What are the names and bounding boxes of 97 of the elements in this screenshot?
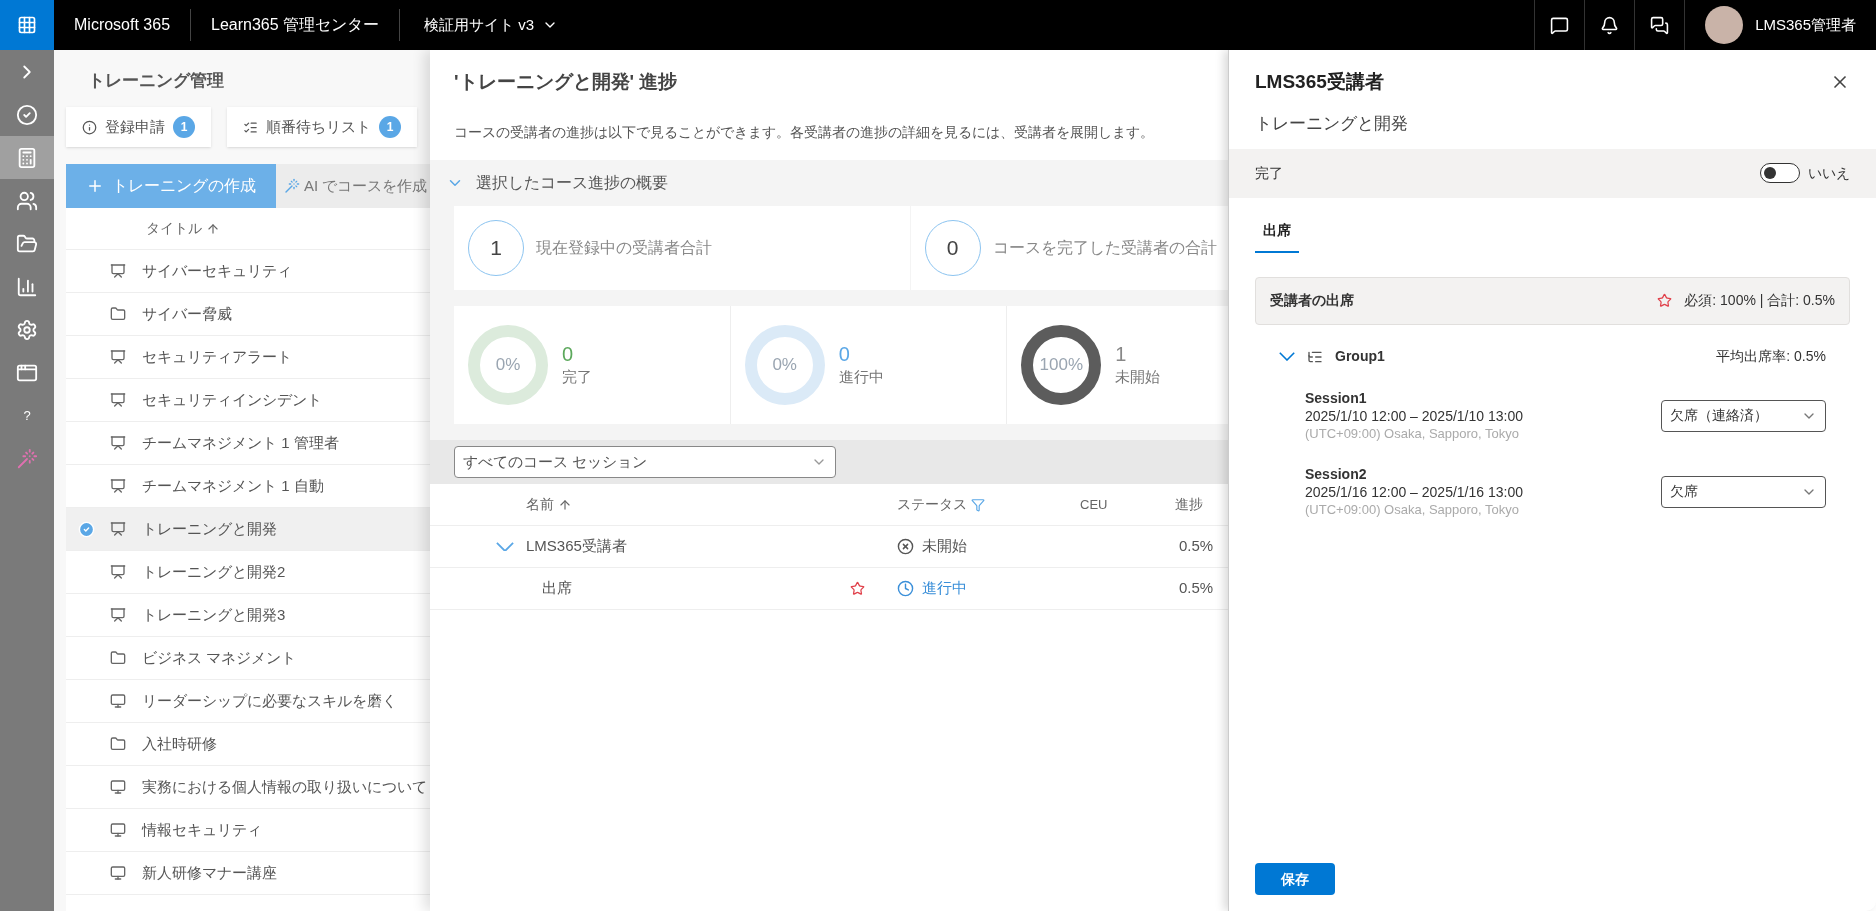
app-name: Microsoft 365	[54, 9, 192, 41]
status-label: 未開始	[922, 536, 967, 557]
classroom-icon	[110, 349, 126, 365]
group-name: Group1	[1335, 347, 1385, 366]
sort-ascending-icon	[558, 497, 572, 512]
request-card[interactable]: 順番待ちリスト 1	[227, 107, 417, 147]
site-selector[interactable]: 検証用サイト v3	[400, 13, 583, 37]
monitor-icon	[110, 693, 126, 709]
summary-toggle[interactable]: 選択したコース進捗の概要	[446, 160, 668, 206]
classroom-icon	[110, 521, 126, 537]
classroom-icon	[110, 263, 126, 279]
status-column-header[interactable]: ステータス	[897, 494, 1080, 515]
learner-name: 出席	[541, 578, 573, 599]
learner-name: LMS365受講者	[526, 536, 628, 557]
app-launcher-button[interactable]	[0, 0, 54, 50]
folder-icon	[110, 736, 126, 752]
chart-icon	[16, 275, 38, 298]
classroom-icon	[110, 564, 126, 580]
classroom-icon	[110, 607, 126, 623]
people-icon	[16, 189, 38, 212]
list-icon	[243, 119, 258, 135]
total-label: 現在登録中の受講者合計	[536, 238, 712, 258]
panel-title: トレーニング管理	[87, 70, 225, 92]
session-time: 2025/1/16 12:00 – 2025/1/16 13:00	[1305, 482, 1523, 501]
request-card[interactable]: 登録申請 1	[66, 107, 211, 147]
calculator-icon	[16, 146, 38, 169]
session-time: 2025/1/10 12:00 – 2025/1/10 13:00	[1305, 406, 1523, 425]
plus-icon	[86, 177, 104, 195]
required-star-icon	[1657, 293, 1673, 308]
monitor-icon	[110, 865, 126, 881]
session-timezone: (UTC+09:00) Osaka, Sapporo, Tokyo	[1305, 424, 1520, 443]
name-column-header[interactable]: 名前	[526, 494, 850, 515]
classroom-icon	[110, 435, 126, 451]
complete-toggle[interactable]: いいえ	[1760, 162, 1850, 184]
rail-item[interactable]	[0, 136, 54, 179]
sort-ascending-icon	[206, 221, 220, 236]
filter-icon	[971, 497, 985, 512]
attendance-title: 受講者の出席	[1270, 291, 1354, 310]
panel-title: LMS365受講者	[1255, 70, 1384, 94]
attendance-dropdown[interactable]: 欠席	[1661, 475, 1826, 508]
settings-icon	[16, 318, 38, 341]
title-column-header[interactable]: タイトル	[146, 218, 220, 239]
progress-value: 0.5%	[1178, 578, 1215, 599]
wand-icon	[16, 447, 38, 470]
monitor-icon	[110, 779, 126, 795]
avatar	[1705, 6, 1744, 44]
expand-row-button[interactable]	[496, 541, 514, 552]
tab[interactable]: 出席	[1255, 219, 1299, 253]
ai-create-button[interactable]: AI でコースを作成	[276, 164, 430, 208]
complete-label: 完了	[1255, 163, 1283, 183]
chevron-down-icon	[496, 541, 514, 552]
progress-value: 0.5%	[1178, 536, 1215, 557]
x-circle-icon	[897, 538, 914, 555]
count-value: 1	[1115, 341, 1128, 366]
average-attendance: 平均出席率: 0.5%	[1716, 347, 1826, 366]
check-icon	[16, 103, 38, 126]
folder-icon	[16, 232, 38, 255]
attendance-summary: 必須: 100% | 合計: 0.5%	[1684, 291, 1835, 310]
chat-icon	[1550, 15, 1570, 35]
progress-title: 'トレーニングと開発' 進捗	[453, 70, 679, 94]
donut-percent: 0%	[495, 355, 521, 375]
status-label: 進行中	[922, 578, 967, 599]
rail-item[interactable]: ?	[0, 394, 54, 437]
session-name: Session2	[1305, 464, 1368, 483]
bell-icon	[1600, 15, 1620, 35]
group-expand-button[interactable]	[1279, 352, 1295, 361]
session-name: Session1	[1305, 388, 1368, 407]
wand-icon	[284, 178, 300, 194]
training-list-item[interactable]: トレーニングと開発	[66, 508, 430, 551]
monitor-icon	[110, 822, 126, 838]
session-timezone: (UTC+09:00) Osaka, Sapporo, Tokyo	[1305, 500, 1520, 519]
folder-icon	[110, 306, 126, 322]
folder-icon	[110, 650, 126, 666]
waffle-icon	[17, 15, 37, 35]
chevron-down-icon	[1279, 352, 1295, 361]
column-header: 進捗	[1175, 495, 1204, 514]
progress-description: コースの受講者の進捗は以下で見ることができます。各受講者の進捗の詳細を見るには、受講者を展開します。	[453, 123, 1155, 142]
count-label: 未開始	[1115, 366, 1161, 387]
info-icon	[82, 119, 97, 135]
feedback-icon	[1650, 15, 1670, 35]
donut-percent: 100%	[1039, 355, 1084, 375]
column-header: CEU	[1080, 495, 1109, 514]
save-button[interactable]: 保存	[1255, 863, 1335, 895]
donut-percent: 0%	[772, 355, 797, 375]
clock-icon	[897, 580, 914, 597]
count-label: 進行中	[838, 366, 884, 387]
panel-subtitle: トレーニングと開発	[1254, 112, 1409, 135]
classroom-icon	[110, 478, 126, 494]
session-filter-dropdown[interactable]: すべてのコース セッション	[454, 446, 836, 478]
classroom-icon	[110, 392, 126, 408]
count-value: 0	[562, 341, 575, 366]
total-label: コースを完了した受講者の合計	[992, 238, 1217, 258]
selected-check-icon	[77, 520, 95, 538]
count-label: 完了	[562, 366, 592, 387]
attendance-dropdown[interactable]: 欠席（連絡済）	[1661, 399, 1826, 432]
count-value: 0	[838, 341, 851, 366]
product-name: Learn365 管理センター	[191, 9, 401, 41]
